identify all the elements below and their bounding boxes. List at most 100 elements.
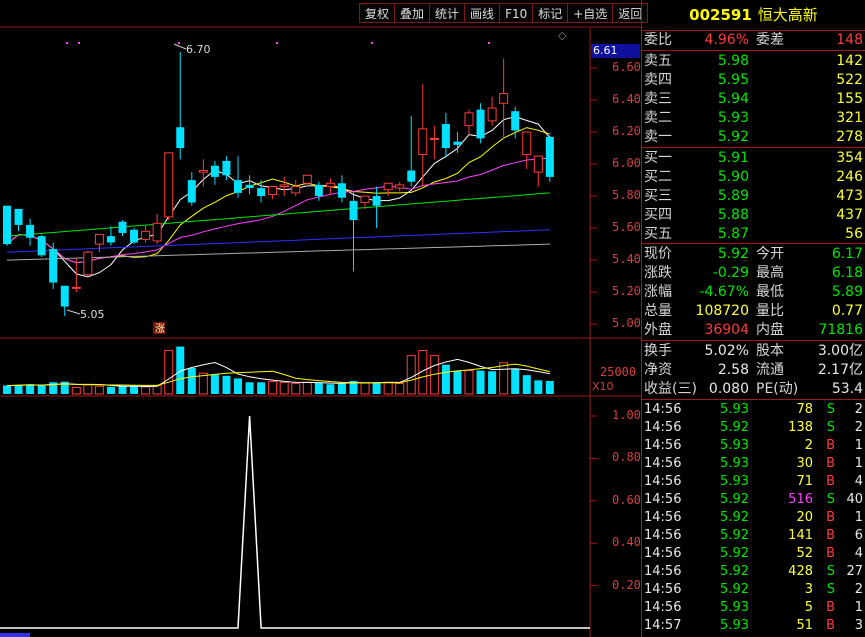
toolbar-button-4[interactable]: F10 <box>499 3 534 23</box>
current-price-tag: 6.61 <box>591 44 640 58</box>
price-tick: 5.80 <box>612 188 641 203</box>
sell-row: 卖三 5.94 155 <box>642 90 865 108</box>
trade-volume: 51 <box>796 618 813 633</box>
volume-bar <box>383 381 393 395</box>
candle-body <box>545 136 554 177</box>
stock-name: 恒大高新 <box>757 6 818 24</box>
quote-label: 今开 <box>756 246 784 262</box>
trade-price: 5.93 <box>720 474 749 489</box>
quote-label: 最高 <box>756 265 784 281</box>
volume-bar <box>302 381 312 395</box>
trade-price: 5.92 <box>720 564 749 579</box>
volume-bar <box>118 386 127 394</box>
svg-text:5.05: 5.05 <box>80 308 105 321</box>
toolbar-button-3[interactable]: 画线 <box>464 3 501 23</box>
trade-side: B <box>826 456 835 471</box>
limit-up-mark: 涨 <box>155 323 165 335</box>
trade-row: 14:56 5.93 71 B 4 <box>642 473 865 491</box>
trade-time: 14:56 <box>644 474 682 489</box>
trade-side: S <box>826 564 835 579</box>
candle-body <box>499 93 509 104</box>
fundamental-label: 股本 <box>756 343 784 359</box>
trade-time: 14:56 <box>644 546 682 561</box>
quote-value: 71816 <box>818 322 863 338</box>
trade-row: 14:56 5.93 2 B 1 <box>642 437 865 455</box>
bottom-scroll-indicator[interactable] <box>0 633 30 637</box>
volume-bar <box>130 386 139 394</box>
volume-bar <box>234 378 242 394</box>
buy-label: 买二 <box>644 169 672 185</box>
trade-count: 27 <box>846 564 863 579</box>
buy-price: 5.90 <box>717 169 749 185</box>
trade-price: 5.93 <box>720 438 749 453</box>
toolbar-button-6[interactable]: +自选 <box>567 3 614 23</box>
trade-side: S <box>826 582 835 597</box>
candle-body <box>106 236 115 243</box>
quote-row: 总量 108720 量比 0.77 <box>642 302 865 320</box>
trade-row: 14:56 5.92 141 B 6 <box>642 527 865 545</box>
candle-body <box>349 200 358 221</box>
sell-volume: 155 <box>836 91 863 107</box>
trade-volume: 78 <box>796 402 813 417</box>
volume-bar <box>83 384 93 395</box>
trade-price: 5.92 <box>720 528 749 543</box>
candle-body <box>83 251 93 276</box>
price-tick: 5.40 <box>612 252 641 267</box>
trade-volume: 5 <box>804 600 813 615</box>
fundamental-value: 0.080 <box>708 381 749 397</box>
buy-price: 5.88 <box>717 207 749 223</box>
trade-volume: 2 <box>804 438 813 453</box>
trade-row: 14:56 5.92 3 S 2 <box>642 581 865 599</box>
candle-body <box>257 188 266 197</box>
trade-count: 4 <box>854 474 863 489</box>
quote-row: 涨幅 -4.67% 最低 5.89 <box>642 283 865 301</box>
sell-label: 卖三 <box>644 91 672 107</box>
trade-count: 2 <box>854 582 863 597</box>
buy-label: 买三 <box>644 188 672 204</box>
candle-body <box>268 185 278 196</box>
trade-count: 40 <box>846 492 863 507</box>
trade-volume: 516 <box>788 492 813 507</box>
price-tick: 6.00 <box>612 156 641 171</box>
volume-bar <box>395 383 405 395</box>
sell-label: 卖一 <box>644 129 672 145</box>
fundamental-value: 3.00亿 <box>817 343 863 359</box>
trade-side: B <box>826 510 835 525</box>
candle-body <box>3 205 11 245</box>
toolbar-button-0[interactable]: 复权 <box>359 3 396 23</box>
candle-body <box>383 182 393 191</box>
candle-body <box>337 183 346 198</box>
quote-value: 108720 <box>695 303 749 319</box>
sell-row: 卖五 5.98 142 <box>642 52 865 70</box>
toolbar-button-5[interactable]: 标记 <box>532 3 569 23</box>
volume-bar <box>406 355 416 395</box>
trade-count: 2 <box>854 420 863 435</box>
trade-count: 3 <box>854 618 863 633</box>
trade-side: B <box>826 600 835 615</box>
buy-label: 买四 <box>644 207 672 223</box>
sell-price: 5.98 <box>717 53 749 69</box>
price-tick: 5.60 <box>612 220 641 235</box>
candle-body <box>37 236 46 256</box>
quote-label: 量比 <box>756 303 784 319</box>
trade-price: 5.92 <box>720 510 749 525</box>
trade-row: 14:56 5.92 428 S 27 <box>642 563 865 581</box>
sell-row: 卖四 5.95 522 <box>642 71 865 89</box>
fundamental-value: 53.4 <box>831 381 863 397</box>
scroll-marker-icon[interactable]: ◇ <box>558 29 567 42</box>
toolbar-button-2[interactable]: 统计 <box>429 3 466 23</box>
candle-body <box>210 165 219 177</box>
indicator-tick: 0.60 <box>612 492 641 507</box>
stock-header: 002591 恒大高新 <box>642 0 865 31</box>
quote-label: 涨幅 <box>644 284 672 300</box>
sell-volume: 278 <box>836 129 863 145</box>
k-line-chart[interactable]: 6.70 5.05 涨 ◇ <box>0 0 641 637</box>
quote-value: -0.29 <box>712 265 749 281</box>
volume-bar <box>268 381 278 395</box>
fundamental-label: PE(动) <box>756 381 799 397</box>
trade-price: 5.93 <box>720 618 749 633</box>
sell-volume: 321 <box>836 110 863 126</box>
volume-bar <box>26 384 35 394</box>
toolbar-button-1[interactable]: 叠加 <box>394 3 431 23</box>
fundamental-label: 收益(三) <box>644 381 697 397</box>
